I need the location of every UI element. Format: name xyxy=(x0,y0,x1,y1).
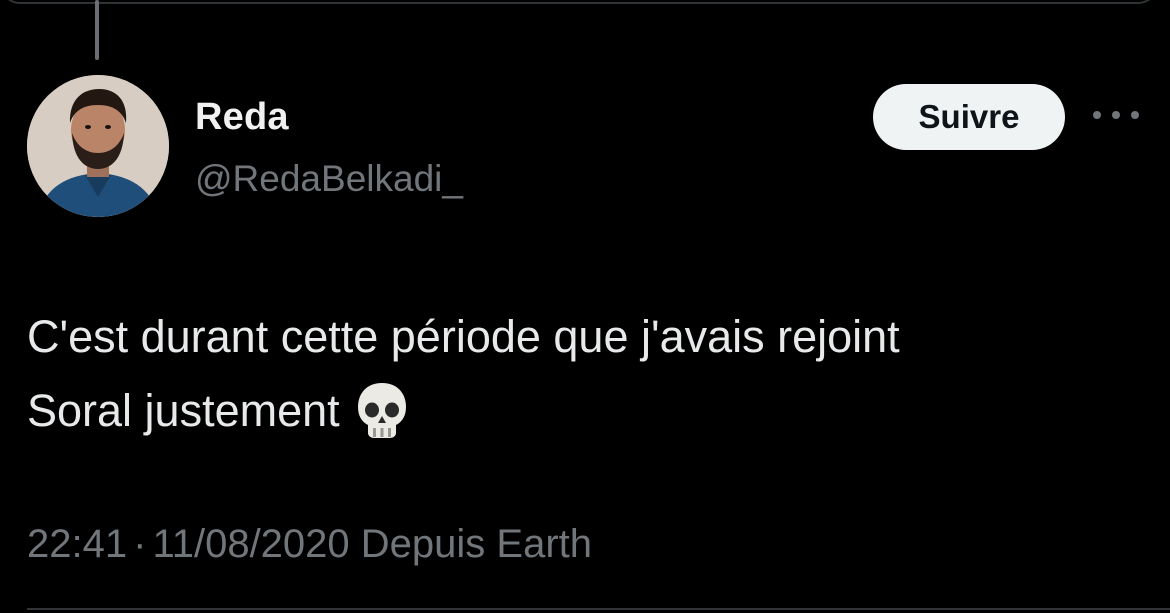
avatar[interactable] xyxy=(27,75,169,217)
tweet-text-segment: Soral justement xyxy=(27,385,340,436)
tweet-time[interactable]: 22:41 xyxy=(27,522,127,566)
author-name[interactable]: Reda xyxy=(195,96,289,139)
dot xyxy=(1112,111,1120,119)
dot xyxy=(1093,111,1101,119)
avatar-image xyxy=(27,75,169,217)
tweet-text: C'est durant cette période que j'avais r… xyxy=(27,300,1137,448)
tweet-text-line: Soral justement xyxy=(27,374,1137,448)
tweet-text-line: C'est durant cette période que j'avais r… xyxy=(27,311,900,362)
previous-tweet-card-edge xyxy=(0,0,1158,4)
divider xyxy=(27,608,1170,610)
skull-icon xyxy=(357,383,406,438)
meta-separator: · xyxy=(133,522,147,566)
more-options-icon[interactable] xyxy=(1093,104,1139,126)
dot xyxy=(1131,111,1139,119)
tweet-date[interactable]: 11/08/2020 xyxy=(152,522,349,566)
follow-button[interactable]: Suivre xyxy=(873,84,1065,150)
tweet-source: Depuis Earth xyxy=(360,522,593,566)
tweet-meta: 22:41 · 11/08/2020 Depuis Earth xyxy=(27,522,592,567)
author-handle[interactable]: @RedaBelkadi_ xyxy=(195,158,463,200)
thread-connector-line xyxy=(95,0,99,60)
